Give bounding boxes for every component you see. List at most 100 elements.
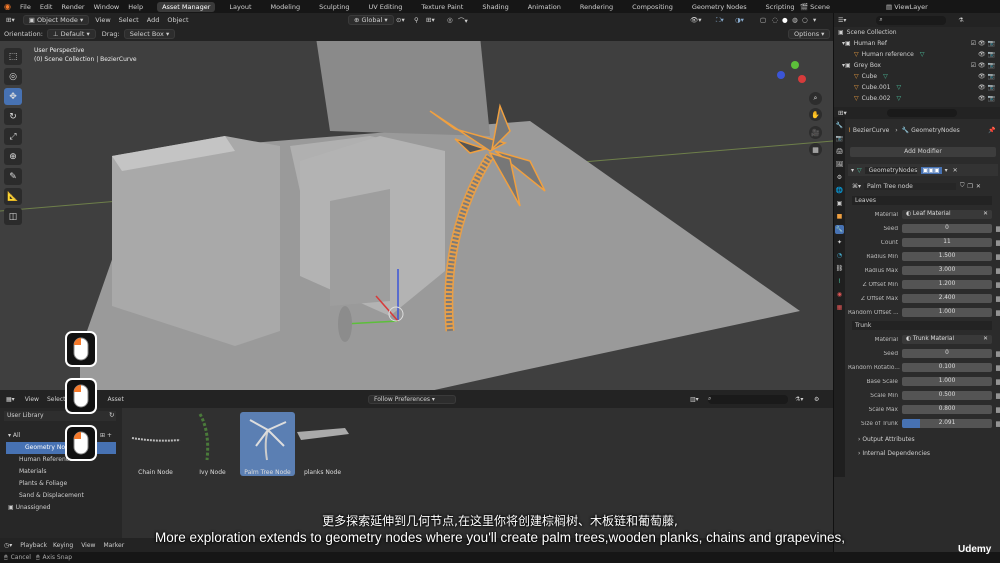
- display-mode-icon[interactable]: ▥▾: [690, 396, 699, 403]
- scale-tool-icon[interactable]: ⤢: [4, 128, 22, 145]
- data-tab-icon[interactable]: ⌇: [835, 277, 844, 286]
- node-group-selector[interactable]: ⌘▾ Palm Tree node ⛉ ❐ ✕: [852, 181, 994, 191]
- workspace-tab-asset-manager[interactable]: Asset Manager: [157, 1, 216, 12]
- output-attributes-panel[interactable]: › Output Attributes: [858, 436, 915, 443]
- outliner-row-cube-002[interactable]: ▽ Cube.002 ▽ 👁 📷: [834, 93, 1000, 104]
- asset-filter-icon[interactable]: ⚗▾: [795, 396, 803, 403]
- asset-tile-planks-node[interactable]: planks Node: [295, 412, 350, 476]
- asset-menu-view[interactable]: View: [25, 396, 39, 403]
- viewport-scene[interactable]: [0, 41, 833, 390]
- outliner-row-scene-collection[interactable]: ▣ Scene Collection: [834, 27, 1000, 38]
- menu-render[interactable]: Render: [61, 3, 84, 11]
- nav-gizmo-x[interactable]: [798, 75, 806, 83]
- field-value-input[interactable]: 2.400: [902, 294, 992, 303]
- options-dropdown[interactable]: Options ▾: [788, 29, 831, 39]
- keyframe-icon[interactable]: ▦: [995, 392, 1000, 400]
- field-value-input[interactable]: 0: [902, 349, 992, 358]
- vp-menu-add[interactable]: Add: [147, 16, 160, 24]
- vp-menu-view[interactable]: View: [95, 16, 110, 24]
- modifier-name-field[interactable]: GeometryNodes: [864, 166, 917, 174]
- proportional-edit-icon[interactable]: ◎: [447, 16, 453, 24]
- outliner-row-cube-001[interactable]: ▽ Cube.001 ▽ 👁 📷: [834, 82, 1000, 93]
- workspace-tab-uv-editing[interactable]: UV Editing: [363, 2, 407, 12]
- internal-dependencies-panel[interactable]: › Internal Dependencies: [858, 450, 930, 457]
- filter-icon[interactable]: ⚗: [958, 17, 963, 24]
- output-tab-icon[interactable]: 🖨: [835, 147, 844, 156]
- transform-orientation-dropdown[interactable]: ⊕ Global ▾: [348, 15, 394, 25]
- editor-type-icon[interactable]: ⊞▾: [6, 16, 15, 24]
- physics-tab-icon[interactable]: ◔: [835, 251, 844, 260]
- pan-hand-icon[interactable]: ✋: [809, 108, 822, 121]
- library-dropdown[interactable]: User Library: [4, 411, 116, 421]
- overlay-toggle-icon[interactable]: ◑▾: [735, 16, 744, 24]
- visibility-eye-icon[interactable]: ☑ 👁 📷: [971, 62, 995, 69]
- field-value-input[interactable]: 11: [902, 238, 992, 247]
- snap-icon[interactable]: ⚲: [414, 16, 419, 24]
- workspace-tab-geometry-nodes[interactable]: Geometry Nodes: [687, 2, 752, 12]
- refresh-library-icon[interactable]: ↻: [109, 411, 114, 419]
- keyframe-icon[interactable]: ▦: [995, 420, 1000, 428]
- menu-help[interactable]: Help: [128, 3, 143, 11]
- keyframe-icon[interactable]: ▦: [995, 378, 1000, 386]
- catalog-sand-displacement[interactable]: Sand & Displacement: [0, 490, 122, 502]
- mode-dropdown[interactable]: ▣ Object Mode ▾: [22, 15, 90, 25]
- unlink-icon[interactable]: ✕: [976, 183, 981, 190]
- transform-tool-icon[interactable]: ⊕: [4, 148, 22, 165]
- modifier-toggles[interactable]: ▣▣▣: [920, 166, 942, 174]
- shading-options-icon[interactable]: ▾: [813, 16, 816, 24]
- zoom-icon[interactable]: ⌕: [809, 92, 822, 105]
- outliner-row-human-reference[interactable]: ▽ Human reference ▽ 👁 📷: [834, 49, 1000, 60]
- field-value-input[interactable]: 1.000: [902, 308, 992, 317]
- view-layer-selector[interactable]: ▤ ViewLayer: [886, 3, 937, 11]
- keyframe-icon[interactable]: ▦: [995, 309, 1000, 317]
- world-tab-icon[interactable]: 🌐: [835, 186, 844, 195]
- visibility-eye-icon[interactable]: 👁 📷: [978, 73, 995, 80]
- workspace-tab-modeling[interactable]: Modeling: [266, 2, 306, 12]
- visibility-icon[interactable]: 👁▾: [690, 16, 702, 24]
- pin-icon[interactable]: 📌: [988, 127, 995, 134]
- rotate-tool-icon[interactable]: ↻: [4, 108, 22, 125]
- measure-tool-icon[interactable]: 📐: [4, 188, 22, 205]
- workspace-tab-compositing[interactable]: Compositing: [627, 2, 678, 12]
- collection-tab-icon[interactable]: ▣: [835, 199, 844, 208]
- leaves-material-field[interactable]: ◐ Leaf Material ✕: [902, 210, 992, 219]
- add-modifier-button[interactable]: Add Modifier: [850, 147, 996, 157]
- asset-editor-icon[interactable]: ▦▾: [6, 396, 15, 403]
- orientation-dropdown[interactable]: ⊥ Default ▾: [46, 29, 96, 39]
- menu-edit[interactable]: Edit: [40, 3, 53, 11]
- shading-rendered-icon[interactable]: ○: [802, 16, 808, 24]
- visibility-eye-icon[interactable]: 👁 📷: [978, 95, 995, 102]
- trunk-panel-header[interactable]: Trunk: [852, 321, 992, 330]
- workspace-tab-texture-paint[interactable]: Texture Paint: [416, 2, 468, 12]
- menu-window[interactable]: Window: [94, 3, 120, 11]
- visibility-eye-icon[interactable]: 👁 📷: [978, 51, 995, 58]
- catalog-human-reference[interactable]: Human Reference: [0, 454, 122, 466]
- outliner-row-cube[interactable]: ▽ Cube ▽ 👁 📷: [834, 71, 1000, 82]
- nav-gizmo-z[interactable]: [777, 71, 785, 79]
- node-group-name-field[interactable]: Palm Tree node: [864, 182, 957, 190]
- asset-menu-asset[interactable]: Asset: [107, 396, 123, 403]
- annotate-tool-icon[interactable]: ✎: [4, 168, 22, 185]
- vp-menu-select[interactable]: Select: [119, 16, 139, 24]
- add-cube-tool-icon[interactable]: ◫: [4, 208, 22, 225]
- field-value-input[interactable]: 0.800: [902, 405, 992, 414]
- catalog-geometry-nodes[interactable]: Geometry Nodes: [6, 442, 116, 454]
- snap-settings-icon[interactable]: ⊞▾: [426, 16, 435, 24]
- tool-tab-icon[interactable]: 🔧: [835, 121, 844, 130]
- particles-tab-icon[interactable]: ✦: [835, 238, 844, 247]
- workspace-tab-animation[interactable]: Animation: [523, 2, 566, 12]
- add-catalog-icon[interactable]: ⊞ +: [100, 430, 112, 442]
- shading-wireframe-icon[interactable]: ◌: [772, 16, 778, 24]
- rear-building[interactable]: [315, 41, 490, 136]
- keyframe-icon[interactable]: ▦: [995, 364, 1000, 372]
- modifier-panel-header[interactable]: ▾ ▽ GeometryNodes ▣▣▣ ▾ ✕: [848, 164, 998, 176]
- asset-settings-icon[interactable]: ⚙: [814, 396, 819, 403]
- object-tab-icon[interactable]: ■: [835, 212, 844, 221]
- modifier-tab-icon[interactable]: 🔧: [835, 225, 844, 234]
- asset-menu-select[interactable]: Select: [47, 396, 66, 403]
- texture-tab-icon[interactable]: ▦: [835, 303, 844, 312]
- keyframe-icon[interactable]: ▦: [995, 406, 1000, 414]
- asset-tile-chain-node[interactable]: Chain Node: [128, 412, 183, 476]
- asset-search-input[interactable]: ⌕: [708, 394, 788, 404]
- properties-editor-icon[interactable]: ⊞▾: [838, 109, 847, 117]
